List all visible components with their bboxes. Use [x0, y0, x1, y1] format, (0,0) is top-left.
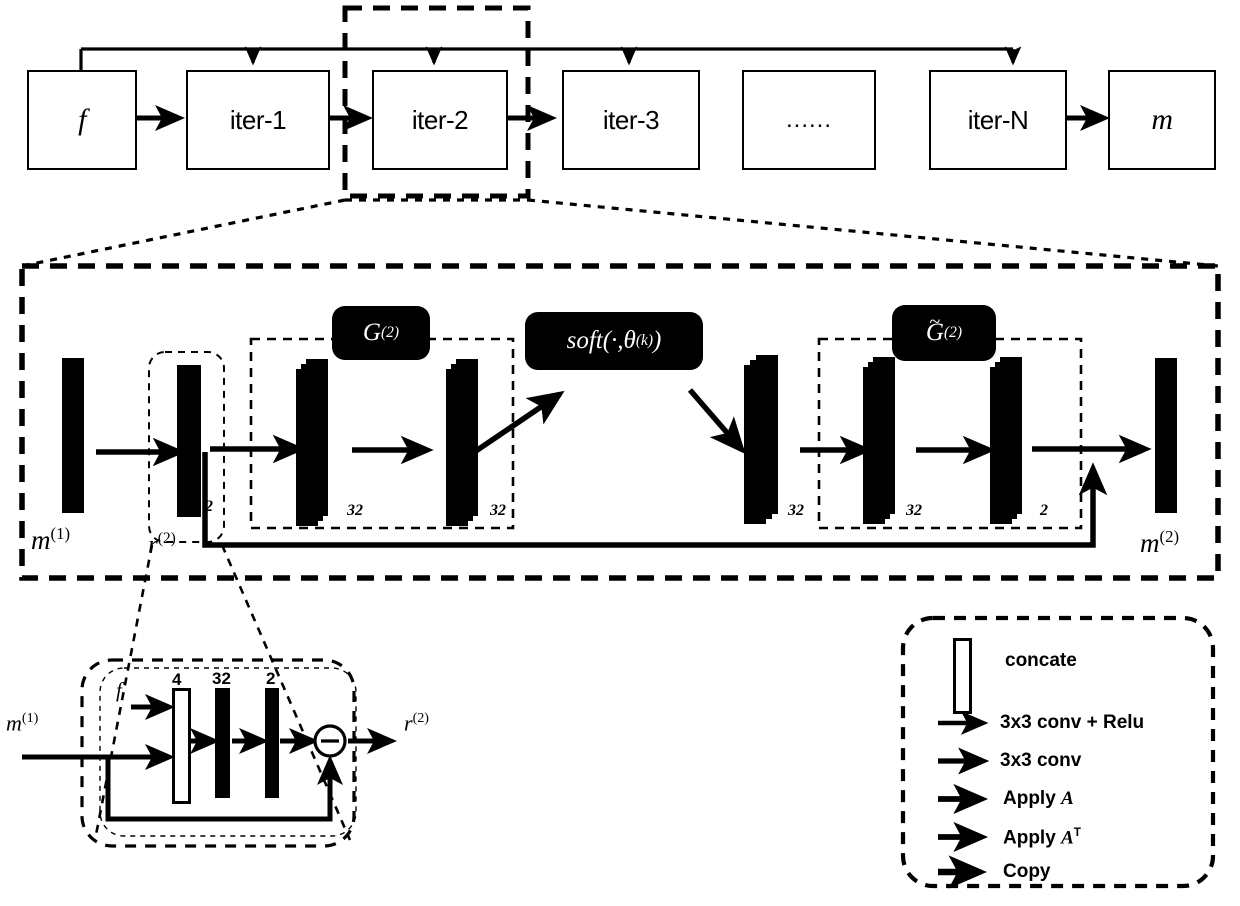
top-box-label-iter-1: iter-1	[229, 104, 287, 135]
main-output-label: m(2)	[1140, 527, 1179, 559]
sub-output-label: r(2)	[404, 710, 429, 736]
main-input-label-base: m	[31, 525, 51, 555]
residual-label-base: r	[148, 531, 158, 559]
sub-input-label-base: m	[6, 710, 22, 736]
gt-stack-conv1-channels: 32	[906, 502, 922, 519]
main-input-label: m(1)	[31, 524, 70, 556]
residual-slab	[177, 365, 201, 517]
residual-channel-label: 2	[205, 498, 213, 515]
sub-conv32-bar	[215, 688, 230, 798]
main-input-slab	[62, 358, 84, 513]
legend-glyph-concate-bar	[953, 638, 972, 714]
soft-threshold-pill-tail: )	[653, 327, 662, 354]
top-box-iter-3[interactable]: iter-3	[562, 70, 700, 170]
analysis-operator-pill-sup: (2)	[380, 324, 400, 341]
g-stack-conv2-channels: 32	[490, 502, 506, 519]
sub-layer-3-channels: 2	[266, 669, 276, 688]
legend-label-conv: 3x3 conv	[1000, 750, 1082, 771]
legend-arrow-glyphs	[938, 711, 990, 889]
gt-stack-conv2-channels: 2	[1040, 502, 1048, 519]
legend-label-copy: Copy	[1003, 861, 1051, 882]
main-output-slab	[1155, 358, 1177, 513]
sub-panel-arrows	[22, 694, 398, 822]
main-panel-copy-path	[202, 452, 1108, 548]
top-box-iter-1[interactable]: iter-1	[186, 70, 330, 170]
residual-label-sup: (2)	[157, 530, 176, 547]
top-box-label-iter-n: iter-N	[967, 104, 1029, 135]
legend-label-apply-at-text: Apply A	[1003, 827, 1074, 849]
synthesis-operator-pill-sup: (2)	[943, 324, 963, 341]
legend-label-conv-relu: 3x3 conv + Relu	[1000, 712, 1145, 733]
main-panel-arrows	[96, 388, 1152, 467]
soft-threshold-pill-sup: (k)	[635, 332, 654, 349]
sub-conv2-bar	[265, 688, 279, 798]
legend-label-apply-a-transpose: Apply AT	[1003, 826, 1081, 849]
top-box-label-m: m	[1151, 103, 1173, 136]
top-box-label-iter-2: iter-2	[411, 104, 469, 135]
top-box-ellipsis: ......	[742, 70, 876, 170]
top-box-label-iter-3: iter-3	[602, 104, 660, 135]
top-box-label-f: f	[78, 103, 86, 136]
top-broadcast-bus	[79, 46, 1022, 70]
main-output-label-base: m	[1140, 528, 1160, 558]
sub-output-label-base: r	[404, 710, 413, 736]
sub-input-label: m(1)	[6, 710, 38, 736]
top-box-iter-2[interactable]: iter-2	[372, 70, 508, 170]
soft-threshold-pill-text: soft(·,θ	[566, 327, 636, 354]
legend-label-apply-at-sup: T	[1073, 826, 1081, 839]
main-input-label-sup: (1)	[50, 524, 71, 543]
residual-label: r(2)	[148, 530, 176, 559]
sub-layer-2-channels: 32	[212, 669, 231, 688]
top-box-input-f[interactable]: f	[27, 70, 137, 170]
top-box-iter-n[interactable]: iter-N	[929, 70, 1067, 170]
sub-input-label-sup: (1)	[21, 710, 39, 726]
sub-layer-1-channels: 4	[172, 670, 182, 689]
g-stack-conv1-channels: 32	[347, 502, 363, 519]
synthesis-operator-box	[817, 337, 1083, 530]
analysis-operator-pill-text: G	[362, 319, 381, 346]
legend-label-apply-a-text: Apply A	[1003, 788, 1074, 809]
top-box-output-m[interactable]: m	[1108, 70, 1216, 170]
synthesis-operator-pill: G ~ (2)	[892, 305, 996, 361]
soft-threshold-pill: soft(·,θ (k))	[525, 312, 703, 370]
expansion-leaders-top	[21, 198, 1219, 268]
sub-feature-label-f: f	[116, 678, 122, 702]
sub-concat-bar	[172, 688, 191, 804]
tilde-accent-icon: ~	[929, 311, 941, 334]
analysis-operator-pill: G (2)	[332, 306, 430, 360]
soft-out-stack-channels: 32	[788, 502, 804, 519]
legend-label-concate: concate	[1005, 650, 1077, 671]
sub-output-label-sup: (2)	[412, 710, 429, 726]
legend-label-apply-a: Apply A	[1003, 788, 1074, 810]
main-output-label-sup: (2)	[1159, 527, 1180, 546]
diagram-canvas: f iter-1 iter-2 iter-3 ...... iter-N m m…	[0, 0, 1240, 906]
top-box-label-ellipsis: ......	[785, 106, 832, 133]
